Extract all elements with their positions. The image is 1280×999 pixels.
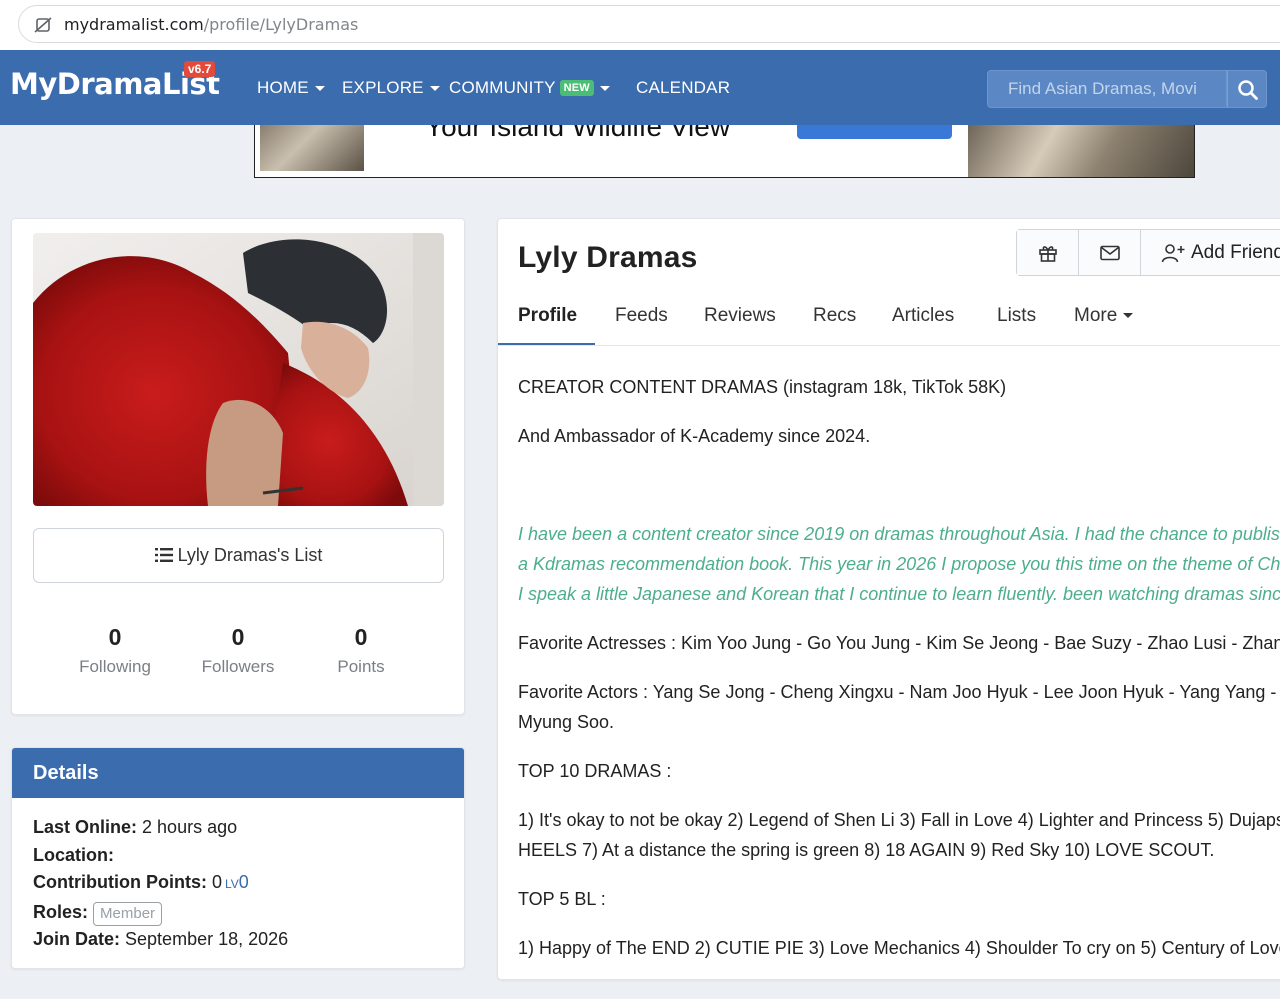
- detail-value: 0: [211, 872, 222, 892]
- page-title: Lyly Dramas: [518, 241, 698, 274]
- not-secure-icon[interactable]: [33, 15, 53, 35]
- ad-banner[interactable]: Your Island Wildlife View: [254, 125, 1195, 178]
- chevron-down-icon: [599, 86, 610, 92]
- version-badge: v6.7: [184, 61, 216, 77]
- detail-contribution: Contribution Points: 0 LV0: [33, 869, 443, 899]
- nav-home-label: HOME: [257, 78, 309, 97]
- chevron-down-icon: [1123, 313, 1134, 319]
- tab-more[interactable]: More: [1074, 305, 1134, 327]
- list-button-label: Lyly Dramas's List: [177, 545, 323, 565]
- tab-feeds[interactable]: Feeds: [615, 305, 668, 327]
- detail-label: Location:: [33, 844, 114, 865]
- stat-followers[interactable]: 0 Followers: [178, 624, 298, 677]
- profile-tabs: Profile Feeds Reviews Recs Articles List…: [498, 299, 1280, 346]
- main-profile-card: Lyly Dramas Add Friend Profile Feeds Rev…: [497, 218, 1280, 980]
- tab-reviews[interactable]: Reviews: [704, 305, 776, 327]
- tab-recs[interactable]: Recs: [813, 305, 856, 327]
- search-icon: [1238, 80, 1258, 100]
- points-count: 0: [354, 624, 368, 650]
- envelope-icon: [1099, 245, 1120, 260]
- bio-highlight-line: I speak a little Japanese and Korean tha…: [518, 584, 1280, 604]
- detail-label: Join Date:: [33, 929, 121, 949]
- user-list-button[interactable]: Lyly Dramas's List: [33, 528, 444, 583]
- message-button[interactable]: [1079, 230, 1141, 275]
- details-body: Last Online: 2 hours ago Location: Contr…: [12, 798, 464, 968]
- favorite-actresses: Favorite Actresses : Kim Yoo Jung - Go Y…: [518, 633, 1280, 653]
- url-text[interactable]: mydramalist.com/profile/LylyDramas: [64, 15, 358, 34]
- gift-button[interactable]: [1017, 230, 1079, 275]
- following-label: Following: [79, 657, 151, 676]
- detail-value: September 18, 2026: [125, 929, 289, 949]
- search-button[interactable]: [1227, 70, 1267, 108]
- bio-line: CREATOR CONTENT DRAMAS (instagram 18k, T…: [518, 377, 1007, 397]
- role-badge: Member: [93, 901, 163, 926]
- points-label: Points: [337, 657, 385, 676]
- detail-location: Location:: [33, 842, 443, 870]
- chevron-down-icon: [429, 86, 440, 92]
- nav-explore-label: EXPLORE: [342, 78, 424, 97]
- new-badge: NEW: [559, 80, 594, 96]
- stat-points[interactable]: 0 Points: [301, 624, 421, 677]
- search-input[interactable]: [988, 71, 1226, 107]
- url-path: /profile/LylyDramas: [203, 15, 359, 34]
- add-user-icon: [1161, 243, 1185, 262]
- nav-explore[interactable]: EXPLORE: [342, 78, 440, 98]
- level-value[interactable]: 0: [239, 872, 249, 892]
- bio-highlight-line: I have been a content creator since 2019…: [518, 524, 1280, 544]
- nav-home[interactable]: HOME: [257, 78, 325, 98]
- tab-more-label: More: [1074, 305, 1118, 326]
- nav-calendar[interactable]: CALENDAR: [636, 78, 730, 98]
- profile-actions: Add Friend: [1016, 229, 1280, 276]
- bio-highlight-line: a Kdramas recommendation book. This year…: [518, 554, 1280, 574]
- detail-label: Roles:: [33, 901, 89, 922]
- active-tab-indicator: [498, 343, 595, 345]
- add-friend-label: Add Friend: [1191, 241, 1280, 263]
- add-friend-button[interactable]: Add Friend: [1141, 230, 1280, 275]
- bio-line: And Ambassador of K-Academy since 2024.: [518, 426, 871, 446]
- detail-value: 2 hours ago: [142, 817, 238, 837]
- top10-list: 1) It's okay to not be okay 2) Legend of…: [518, 810, 1280, 830]
- favorite-actors: Favorite Actors : Yang Se Jong - Cheng X…: [518, 682, 1280, 702]
- address-bar[interactable]: mydramalist.com/profile/LylyDramas: [18, 5, 1280, 43]
- tab-profile[interactable]: Profile: [518, 305, 577, 327]
- chevron-down-icon: [314, 86, 325, 92]
- ad-button[interactable]: [797, 125, 952, 139]
- avatar-image: [33, 233, 444, 506]
- nav-calendar-label: CALENDAR: [636, 78, 731, 97]
- gift-icon: [1038, 245, 1057, 262]
- following-count: 0: [108, 624, 122, 650]
- tab-articles[interactable]: Articles: [892, 305, 954, 327]
- avatar: [33, 233, 444, 506]
- detail-roles: Roles: Member: [33, 899, 443, 927]
- ad-image-left: [260, 125, 364, 171]
- followers-label: Followers: [201, 657, 275, 676]
- detail-label: Contribution Points:: [33, 872, 207, 892]
- followers-count: 0: [231, 624, 245, 650]
- level-label: LV: [225, 877, 239, 891]
- ad-title: Your Island Wildlife View: [425, 125, 731, 142]
- nav-community[interactable]: COMMUNITY NEW: [449, 78, 610, 98]
- ad-image-right: [968, 125, 1194, 177]
- detail-join-date: Join Date: September 18, 2026: [33, 926, 443, 954]
- top10-list-cont: HEELS 7) At a distance the spring is gre…: [518, 840, 1215, 860]
- list-icon: [154, 548, 173, 562]
- top5-list: 1) Happy of The END 2) CUTIE PIE 3) Love…: [518, 938, 1280, 958]
- tab-lists[interactable]: Lists: [997, 305, 1036, 327]
- stat-following[interactable]: 0 Following: [55, 624, 175, 677]
- nav-community-label: COMMUNITY: [449, 78, 556, 97]
- detail-label: Last Online:: [33, 817, 138, 837]
- search-field-wrapper: [987, 70, 1227, 108]
- favorite-actors-cont: Myung Soo.: [518, 712, 615, 732]
- profile-card: Lyly Dramas's List 0 Following 0 Followe…: [11, 218, 465, 715]
- url-domain: mydramalist.com: [64, 15, 204, 34]
- top10-title: TOP 10 DRAMAS :: [518, 761, 672, 781]
- details-header: Details: [12, 748, 464, 798]
- top5-title: TOP 5 BL :: [518, 889, 606, 909]
- top-navbar: MyDramaList v6.7 HOME EXPLORE COMMUNITY N…: [0, 50, 1280, 125]
- browser-url-bar: mydramalist.com/profile/LylyDramas: [0, 0, 1280, 50]
- detail-last-online: Last Online: 2 hours ago: [33, 814, 443, 842]
- details-card: Details Last Online: 2 hours ago Locatio…: [11, 747, 465, 969]
